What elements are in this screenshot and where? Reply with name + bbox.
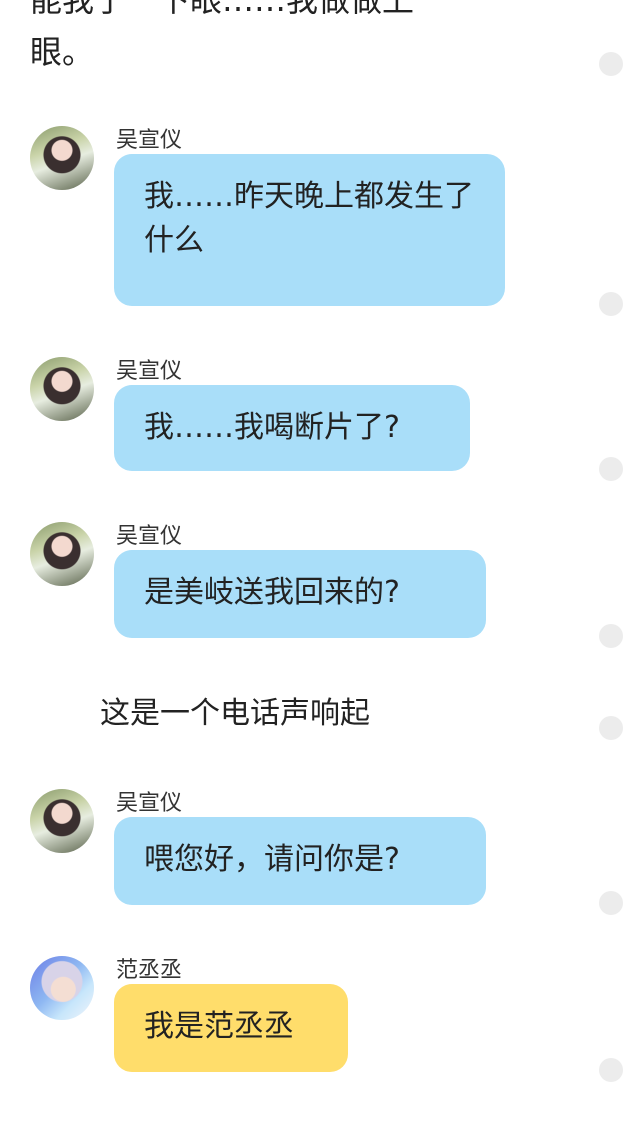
reply-indicator-dot[interactable] <box>599 292 623 316</box>
reply-indicator-dot[interactable] <box>599 716 623 740</box>
avatar-wu-xuanyi[interactable] <box>30 789 94 853</box>
reply-indicator-dot[interactable] <box>599 624 623 648</box>
avatar-wu-xuanyi[interactable] <box>30 357 94 421</box>
sender-name: 吴宣仪 <box>116 791 183 816</box>
avatar-fan-chengcheng[interactable] <box>30 956 94 1020</box>
message-bubble[interactable]: 我……我喝断片了? <box>114 385 470 471</box>
sender-name: 吴宣仪 <box>116 524 183 549</box>
reply-indicator-dot[interactable] <box>599 891 623 915</box>
sender-name: 范丞丞 <box>116 958 183 983</box>
reply-indicator-dot[interactable] <box>599 1058 623 1082</box>
reply-indicator-dot[interactable] <box>599 52 623 76</box>
sender-name: 吴宣仪 <box>116 359 183 384</box>
narration-cut-line: 能我了一下眼……我做做上 <box>30 0 415 19</box>
narration-text: 这是一个电话声响起 <box>100 696 370 731</box>
reply-indicator-dot[interactable] <box>599 457 623 481</box>
message-bubble[interactable]: 喂您好，请问你是? <box>114 817 486 905</box>
message-bubble[interactable]: 是美岐送我回来的? <box>114 550 486 638</box>
message-bubble[interactable]: 我……昨天晚上都发生了什么 <box>114 154 505 306</box>
avatar-wu-xuanyi[interactable] <box>30 126 94 190</box>
message-bubble[interactable]: 我是范丞丞 <box>114 984 348 1072</box>
avatar-wu-xuanyi[interactable] <box>30 522 94 586</box>
sender-name: 吴宣仪 <box>116 128 183 153</box>
narration-text: 眼。 <box>30 33 95 71</box>
